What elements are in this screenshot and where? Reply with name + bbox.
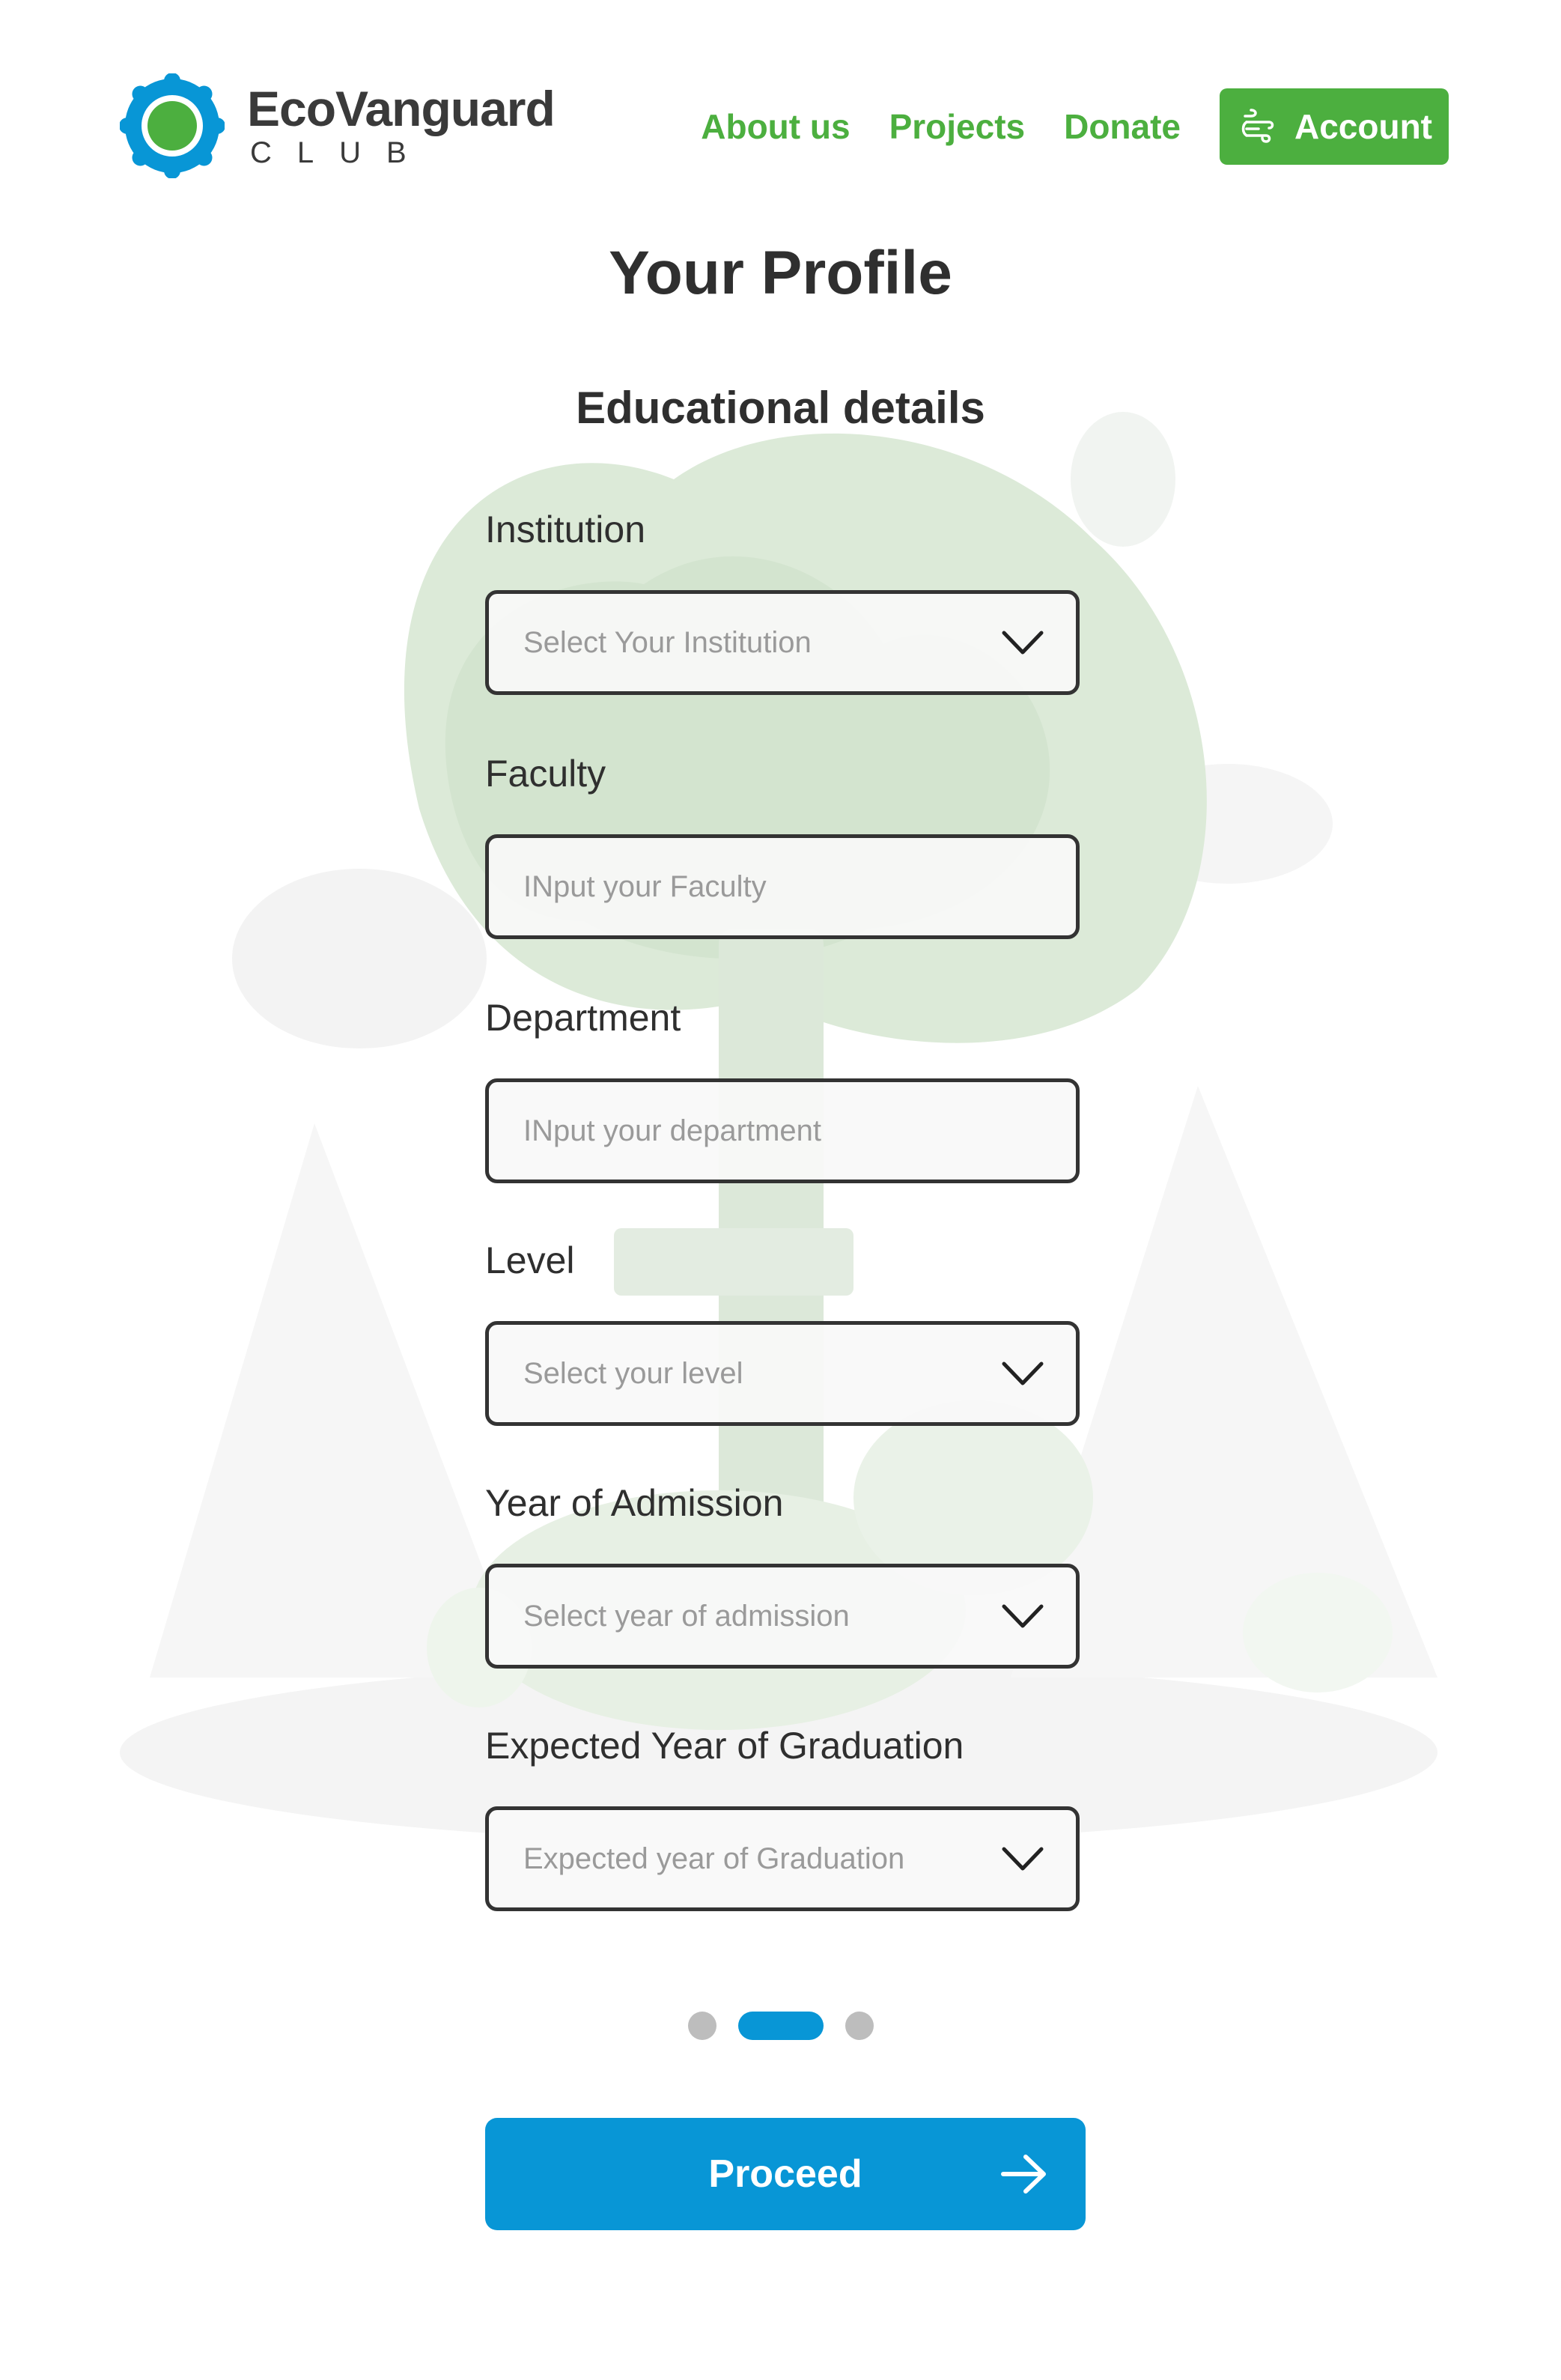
institution-label: Institution — [485, 509, 646, 550]
level-select[interactable]: Select your level — [485, 1321, 1080, 1426]
graduation-year-label: Expected Year of Graduation — [485, 1725, 964, 1767]
account-button[interactable]: Account — [1220, 88, 1449, 165]
brand-logo[interactable]: EcoVanguard CLUB — [120, 73, 556, 178]
user-wind-icon — [1241, 109, 1274, 143]
faculty-label: Faculty — [485, 753, 606, 795]
brand-name: EcoVanguard — [247, 81, 556, 136]
gear-logo-icon — [120, 73, 225, 178]
chevron-down-icon — [1002, 1847, 1044, 1871]
account-label: Account — [1294, 107, 1432, 146]
department-label: Department — [485, 997, 681, 1039]
top-nav: About us Projects Donate Account — [701, 88, 1449, 165]
graduation-year-select[interactable]: Expected year of Graduation — [485, 1806, 1080, 1911]
step-indicator — [0, 2012, 1561, 2040]
nav-link-projects[interactable]: Projects — [889, 89, 1026, 164]
faculty-input[interactable]: INput your Faculty — [485, 834, 1080, 939]
nav-link-donate[interactable]: Donate — [1064, 89, 1181, 164]
department-input[interactable]: INput your department — [485, 1078, 1080, 1183]
admission-year-label: Year of Admission — [485, 1482, 784, 1524]
brand-sub: CLUB — [250, 136, 432, 169]
step-dot-1[interactable] — [687, 2012, 716, 2040]
chevron-down-icon — [1002, 1361, 1044, 1385]
institution-placeholder: Select Your Institution — [523, 625, 812, 659]
faculty-placeholder: INput your Faculty — [523, 869, 767, 903]
proceed-label: Proceed — [708, 2152, 862, 2196]
level-placeholder: Select your level — [523, 1356, 743, 1390]
nav-link-about[interactable]: About us — [701, 89, 850, 164]
institution-select[interactable]: Select Your Institution — [485, 590, 1080, 695]
level-label: Level — [485, 1239, 575, 1281]
section-title: Educational details — [576, 383, 985, 433]
admission-year-select[interactable]: Select year of admission — [485, 1564, 1080, 1669]
graduation-year-placeholder: Expected year of Graduation — [523, 1842, 905, 1875]
arrow-right-icon — [1001, 2155, 1046, 2194]
proceed-button[interactable]: Proceed — [485, 2118, 1086, 2230]
department-placeholder: INput your department — [523, 1114, 821, 1147]
step-dot-3[interactable] — [845, 2012, 874, 2040]
page-title: Your Profile — [609, 239, 952, 307]
chevron-down-icon — [1002, 631, 1044, 655]
admission-year-placeholder: Select year of admission — [523, 1599, 850, 1633]
chevron-down-icon — [1002, 1604, 1044, 1628]
step-dot-2-active[interactable] — [737, 2012, 824, 2040]
